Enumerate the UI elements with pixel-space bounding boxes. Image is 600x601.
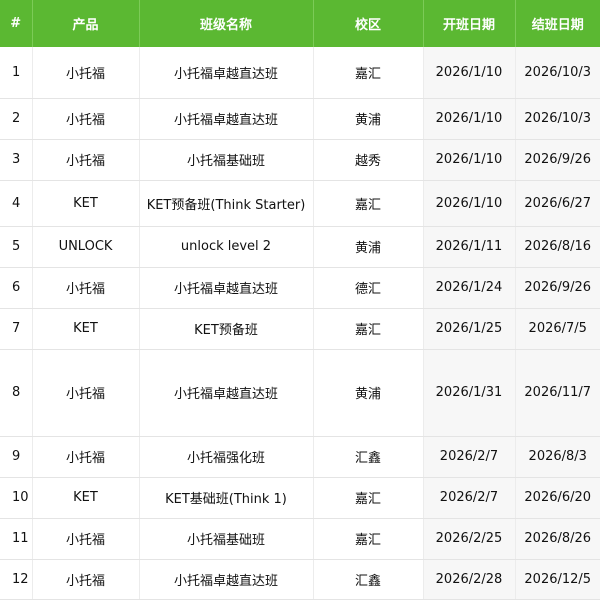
product-cell: KET xyxy=(32,477,140,519)
class-name-cell: 小托福卓越直达班 xyxy=(139,349,314,437)
class-name-cell: 小托福基础班 xyxy=(139,518,314,560)
row-number: 6 xyxy=(0,267,33,309)
start-date-cell: 2026/1/10 xyxy=(422,98,516,140)
start-date-cell: 2026/1/24 xyxy=(422,267,516,309)
end-date-cell: 2026/7/5 xyxy=(515,308,600,350)
row-number: 4 xyxy=(0,180,33,227)
start-date-cell: 2026/2/28 xyxy=(422,559,516,600)
table-body: 1 小托福 小托福卓越直达班 嘉汇 2026/1/10 2026/10/3 2 … xyxy=(0,47,600,600)
table-row: 7 KET KET预备班 嘉汇 2026/1/25 2026/7/5 xyxy=(0,308,600,350)
table-row: 4 KET KET预备班(Think Starter) 嘉汇 2026/1/10… xyxy=(0,180,600,227)
class-name-cell: 小托福强化班 xyxy=(139,436,314,478)
class-name-cell: 小托福卓越直达班 xyxy=(139,47,314,99)
product-cell: 小托福 xyxy=(32,267,140,309)
start-date-cell: 2026/2/25 xyxy=(422,518,516,560)
start-date-cell: 2026/1/11 xyxy=(422,226,516,268)
product-cell: UNLOCK xyxy=(32,226,140,268)
start-date-cell: 2026/2/7 xyxy=(422,436,516,478)
row-number: 1 xyxy=(0,47,33,99)
product-cell: 小托福 xyxy=(32,47,140,99)
product-cell: 小托福 xyxy=(32,139,140,181)
header-number: # xyxy=(0,0,33,47)
campus-cell: 德汇 xyxy=(313,267,424,309)
campus-cell: 嘉汇 xyxy=(313,477,424,519)
header-row: # 产品 班级名称 校区 开班日期 结班日期 xyxy=(0,0,600,47)
header-end-date: 结班日期 xyxy=(515,0,600,47)
end-date-cell: 2026/6/27 xyxy=(515,180,600,227)
row-number: 11 xyxy=(0,518,33,560)
table-row: 3 小托福 小托福基础班 越秀 2026/1/10 2026/9/26 xyxy=(0,139,600,181)
product-cell: 小托福 xyxy=(32,436,140,478)
product-cell: 小托福 xyxy=(32,518,140,560)
class-name-cell: 小托福卓越直达班 xyxy=(139,98,314,140)
class-name-cell: 小托福卓越直达班 xyxy=(139,559,314,600)
row-number: 2 xyxy=(0,98,33,140)
end-date-cell: 2026/9/26 xyxy=(515,139,600,181)
product-cell: KET xyxy=(32,180,140,227)
end-date-cell: 2026/8/3 xyxy=(515,436,600,478)
campus-cell: 汇鑫 xyxy=(313,559,424,600)
row-number: 7 xyxy=(0,308,33,350)
row-number: 12 xyxy=(0,559,33,600)
start-date-cell: 2026/1/31 xyxy=(422,349,516,437)
start-date-cell: 2026/2/7 xyxy=(422,477,516,519)
class-name-cell: 小托福基础班 xyxy=(139,139,314,181)
header-campus: 校区 xyxy=(313,0,424,47)
end-date-cell: 2026/12/5 xyxy=(515,559,600,600)
campus-cell: 嘉汇 xyxy=(313,180,424,227)
campus-cell: 嘉汇 xyxy=(313,518,424,560)
table-header: # 产品 班级名称 校区 开班日期 结班日期 xyxy=(0,0,600,47)
class-name-cell: KET预备班 xyxy=(139,308,314,350)
row-number: 5 xyxy=(0,226,33,268)
end-date-cell: 2026/9/26 xyxy=(515,267,600,309)
row-number: 8 xyxy=(0,349,33,437)
table-row: 2 小托福 小托福卓越直达班 黄浦 2026/1/10 2026/10/3 xyxy=(0,98,600,140)
class-name-cell: KET预备班(Think Starter) xyxy=(139,180,314,227)
end-date-cell: 2026/8/26 xyxy=(515,518,600,560)
start-date-cell: 2026/1/25 xyxy=(422,308,516,350)
product-cell: 小托福 xyxy=(32,98,140,140)
end-date-cell: 2026/6/20 xyxy=(515,477,600,519)
product-cell: 小托福 xyxy=(32,559,140,600)
campus-cell: 嘉汇 xyxy=(313,47,424,99)
product-cell: KET xyxy=(32,308,140,350)
table-row: 5 UNLOCK unlock level 2 黄浦 2026/1/11 202… xyxy=(0,226,600,268)
table-row: 6 小托福 小托福卓越直达班 德汇 2026/1/24 2026/9/26 xyxy=(0,267,600,309)
product-cell: 小托福 xyxy=(32,349,140,437)
header-product: 产品 xyxy=(32,0,140,47)
class-schedule-table: # 产品 班级名称 校区 开班日期 结班日期 1 小托福 小托福卓越直达班 嘉汇… xyxy=(0,0,600,600)
row-number: 3 xyxy=(0,139,33,181)
header-start-date: 开班日期 xyxy=(423,0,516,47)
row-number: 9 xyxy=(0,436,33,478)
start-date-cell: 2026/1/10 xyxy=(422,180,516,227)
campus-cell: 越秀 xyxy=(313,139,424,181)
end-date-cell: 2026/10/3 xyxy=(515,98,600,140)
end-date-cell: 2026/8/16 xyxy=(515,226,600,268)
row-number: 10 xyxy=(0,477,33,519)
class-name-cell: 小托福卓越直达班 xyxy=(139,267,314,309)
end-date-cell: 2026/11/7 xyxy=(515,349,600,437)
header-class-name: 班级名称 xyxy=(139,0,314,47)
table-row: 9 小托福 小托福强化班 汇鑫 2026/2/7 2026/8/3 xyxy=(0,436,600,478)
end-date-cell: 2026/10/3 xyxy=(515,47,600,99)
campus-cell: 黄浦 xyxy=(313,349,424,437)
campus-cell: 汇鑫 xyxy=(313,436,424,478)
table-row: 8 小托福 小托福卓越直达班 黄浦 2026/1/31 2026/11/7 xyxy=(0,349,600,437)
table-row: 10 KET KET基础班(Think 1) 嘉汇 2026/2/7 2026/… xyxy=(0,477,600,519)
class-name-cell: unlock level 2 xyxy=(139,226,314,268)
campus-cell: 黄浦 xyxy=(313,98,424,140)
table-row: 12 小托福 小托福卓越直达班 汇鑫 2026/2/28 2026/12/5 xyxy=(0,559,600,600)
table-row: 1 小托福 小托福卓越直达班 嘉汇 2026/1/10 2026/10/3 xyxy=(0,47,600,99)
class-name-cell: KET基础班(Think 1) xyxy=(139,477,314,519)
campus-cell: 嘉汇 xyxy=(313,308,424,350)
start-date-cell: 2026/1/10 xyxy=(422,139,516,181)
table-row: 11 小托福 小托福基础班 嘉汇 2026/2/25 2026/8/26 xyxy=(0,518,600,560)
start-date-cell: 2026/1/10 xyxy=(422,47,516,99)
campus-cell: 黄浦 xyxy=(313,226,424,268)
